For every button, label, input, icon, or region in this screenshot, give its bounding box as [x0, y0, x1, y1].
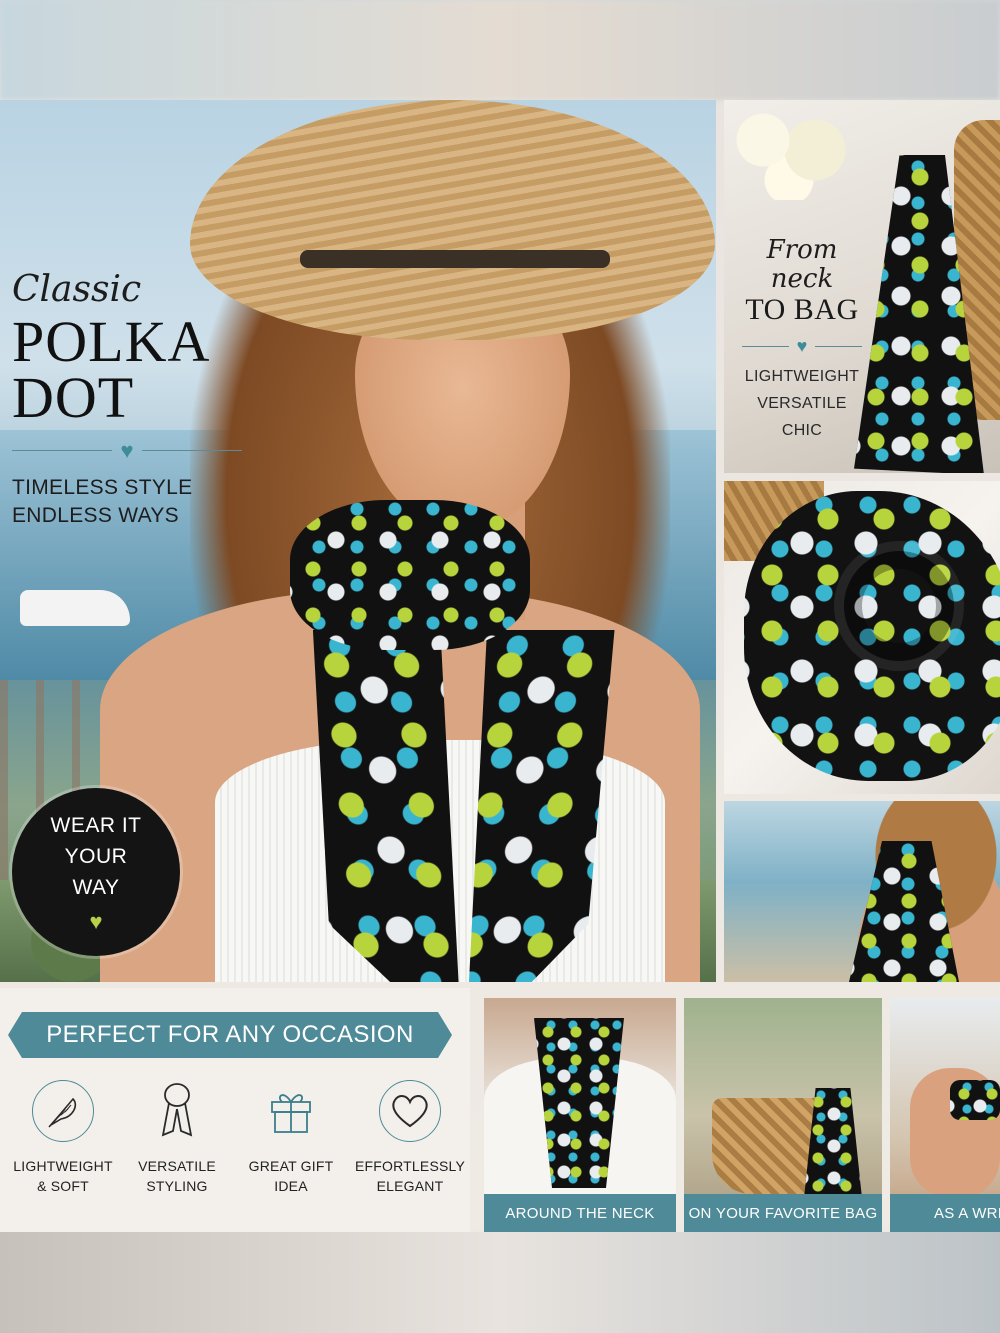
thumbnail-on-bag: ON YOUR FAVORITE BAG — [684, 998, 882, 1232]
feature-label: LIGHTWEIGHT & SOFT — [8, 1156, 118, 1196]
bag-divider: ♥ — [742, 337, 862, 355]
feature-label-line2: STYLING — [146, 1178, 208, 1194]
feature-label-line2: ELEGANT — [376, 1178, 444, 1194]
hero-title: POLKA DOT — [12, 308, 242, 430]
hero-title-line1: POLKA — [12, 308, 211, 374]
polka-dot-scarf-knot — [290, 500, 530, 650]
feature-label-line1: EFFORTLESSLY — [354, 1158, 466, 1174]
divider-line — [141, 450, 242, 452]
heart-icon — [379, 1080, 441, 1142]
scarf-icon — [146, 1080, 208, 1142]
feature-label: VERSATILE STYLING — [122, 1156, 232, 1196]
bag-panel: From neck TO BAG ♥ LIGHTWEIGHT VERSATILE… — [724, 100, 1000, 473]
bag-script-title: From neck — [766, 235, 838, 294]
hero-text-block: Classic POLKA DOT ♥ TIMELESS STYLE ENDLE… — [12, 270, 242, 530]
straw-hat — [190, 100, 715, 340]
bottom-blurred-band — [0, 1232, 1000, 1333]
feature-list: LIGHTWEIGHT & SOFT VERSATILE STYLING GRE… — [0, 1080, 470, 1196]
bag-features: LIGHTWEIGHT VERSATILE CHIC — [742, 363, 862, 444]
thumbnail-caption: AROUND THE NECK — [484, 1194, 676, 1232]
hero-subtitle-line1: TIMELESS STYLE — [12, 475, 193, 499]
heart-icon: ♥ — [796, 336, 808, 357]
rolled-scarf-panel — [724, 481, 1000, 794]
bag-title: TO BAG — [745, 293, 859, 327]
hair-scarf-panel — [724, 801, 1000, 982]
feature-item: VERSATILE STYLING — [122, 1080, 232, 1196]
feature-label: EFFORTLESSLY ELEGANT — [350, 1156, 470, 1196]
badge-line1: WEAR IT — [50, 813, 142, 837]
feature-item: LIGHTWEIGHT & SOFT — [8, 1080, 118, 1196]
hero-subtitle: TIMELESS STYLE ENDLESS WAYS — [12, 474, 242, 530]
divider-line — [815, 345, 862, 347]
divider-line — [742, 345, 789, 347]
bag-panel-text: From neck TO BAG ♥ LIGHTWEIGHT VERSATILE… — [742, 236, 862, 444]
gift-icon — [260, 1080, 322, 1142]
feature-item: EFFORTLESSLY ELEGANT — [350, 1080, 470, 1196]
wrist-scarf-image — [950, 1080, 1000, 1120]
flowers-image — [724, 100, 854, 200]
thumbnail-caption: AS A WRI — [890, 1194, 1000, 1232]
heart-icon: ♥ — [89, 908, 103, 934]
thumbnail-caption: ON YOUR FAVORITE BAG — [684, 1194, 882, 1232]
wear-it-your-way-badge: WEAR IT YOUR WAY ♥ — [12, 788, 180, 956]
heart-icon: ♥ — [120, 437, 134, 463]
boat-image — [20, 590, 130, 626]
hero-script-title: Classic — [12, 269, 142, 310]
badge-line3: WAY — [72, 875, 120, 899]
top-blurred-band — [0, 0, 1000, 100]
feather-icon — [32, 1080, 94, 1142]
thumbnail-around-neck: AROUND THE NECK — [484, 998, 676, 1232]
feature-label: GREAT GIFT IDEA — [236, 1156, 346, 1196]
occasion-panel: PERFECT FOR ANY OCCASION LIGHTWEIGHT & S… — [0, 988, 470, 1232]
hat-band — [300, 250, 610, 268]
feature-label-line2: IDEA — [274, 1178, 308, 1194]
thumbnail-as-wrist: AS A WRI — [890, 998, 1000, 1232]
bag-feature: CHIC — [781, 422, 823, 440]
hero-divider: ♥ — [12, 437, 242, 463]
scarf-swirl — [834, 541, 964, 671]
hero-subtitle-line2: ENDLESS WAYS — [12, 503, 179, 527]
feature-label-line1: LIGHTWEIGHT — [13, 1158, 113, 1174]
hero-title-line2: DOT — [12, 364, 135, 430]
divider-line — [12, 450, 113, 452]
bag-feature: LIGHTWEIGHT — [744, 368, 860, 386]
feature-label-line2: & SOFT — [37, 1178, 89, 1194]
occasion-banner: PERFECT FOR ANY OCCASION — [8, 1012, 452, 1058]
bag-feature: VERSATILE — [757, 395, 847, 413]
hero-photo-panel: Classic POLKA DOT ♥ TIMELESS STYLE ENDLE… — [0, 100, 716, 982]
feature-label-line1: GREAT GIFT — [248, 1158, 334, 1174]
feature-label-line1: VERSATILE — [138, 1158, 216, 1174]
badge-line2: YOUR — [64, 844, 128, 868]
feature-item: GREAT GIFT IDEA — [236, 1080, 346, 1196]
